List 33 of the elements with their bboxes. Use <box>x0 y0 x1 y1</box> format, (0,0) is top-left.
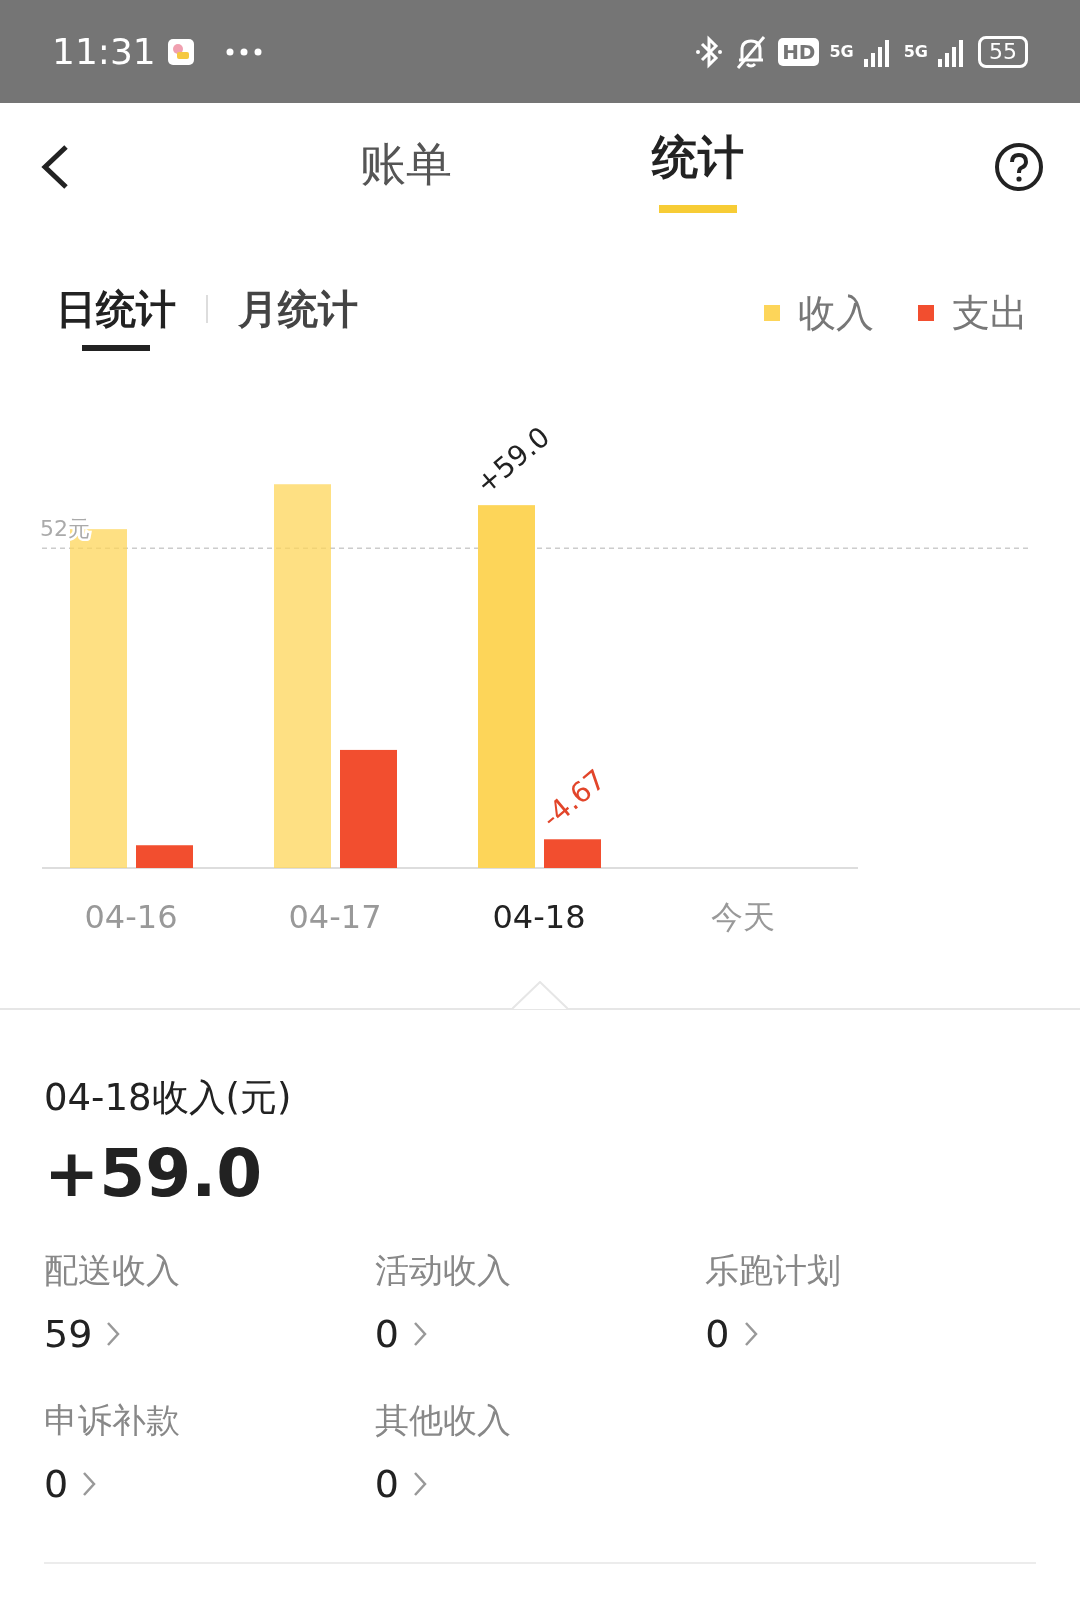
income-category-value[interactable]: 0 <box>374 1312 399 1356</box>
income-category-label: 申诉补款 <box>44 1399 180 1442</box>
network-type-label: 5G <box>903 43 928 60</box>
chevron-icon[interactable] <box>412 1471 427 1497</box>
chevron-icon[interactable] <box>412 1321 427 1347</box>
bluetooth-icon <box>694 33 725 70</box>
chevron-icon[interactable] <box>106 1321 121 1347</box>
income-category-label: 其他收入 <box>374 1399 511 1442</box>
x-axis-label[interactable]: 04-18 <box>492 898 586 936</box>
period-tab[interactable]: 日统计 <box>52 281 180 351</box>
hd-voice-badge: HD <box>778 37 820 66</box>
header-tab[interactable]: 账单 <box>360 117 452 217</box>
network-type-label: 5G <box>829 43 854 60</box>
clock-time: 11:31 <box>52 31 156 72</box>
chevron-icon[interactable] <box>743 1321 758 1347</box>
income-category-label: 乐跑计划 <box>705 1249 842 1292</box>
battery-level: 55 <box>978 35 1028 68</box>
more-icon <box>225 47 262 56</box>
header-tab[interactable]: 统计 <box>652 117 744 217</box>
back-icon[interactable] <box>40 144 70 190</box>
detail-title: 04-18收入(元) <box>44 1075 293 1121</box>
income-category-value[interactable]: 0 <box>374 1462 399 1506</box>
legend-label: 收入 <box>798 289 874 337</box>
income-category-value[interactable]: 0 <box>705 1312 730 1356</box>
income-category-value[interactable]: 59 <box>44 1312 93 1356</box>
help-icon[interactable] <box>994 142 1044 192</box>
income-category-value[interactable]: 0 <box>44 1462 69 1506</box>
income-category-label: 活动收入 <box>374 1249 511 1292</box>
chevron-icon[interactable] <box>82 1471 97 1497</box>
legend-label: 支出 <box>952 289 1028 337</box>
income-category-label: 配送收入 <box>44 1249 180 1292</box>
period-tab[interactable]: 月统计 <box>234 281 362 351</box>
income-total: +59.0 <box>44 1135 264 1212</box>
